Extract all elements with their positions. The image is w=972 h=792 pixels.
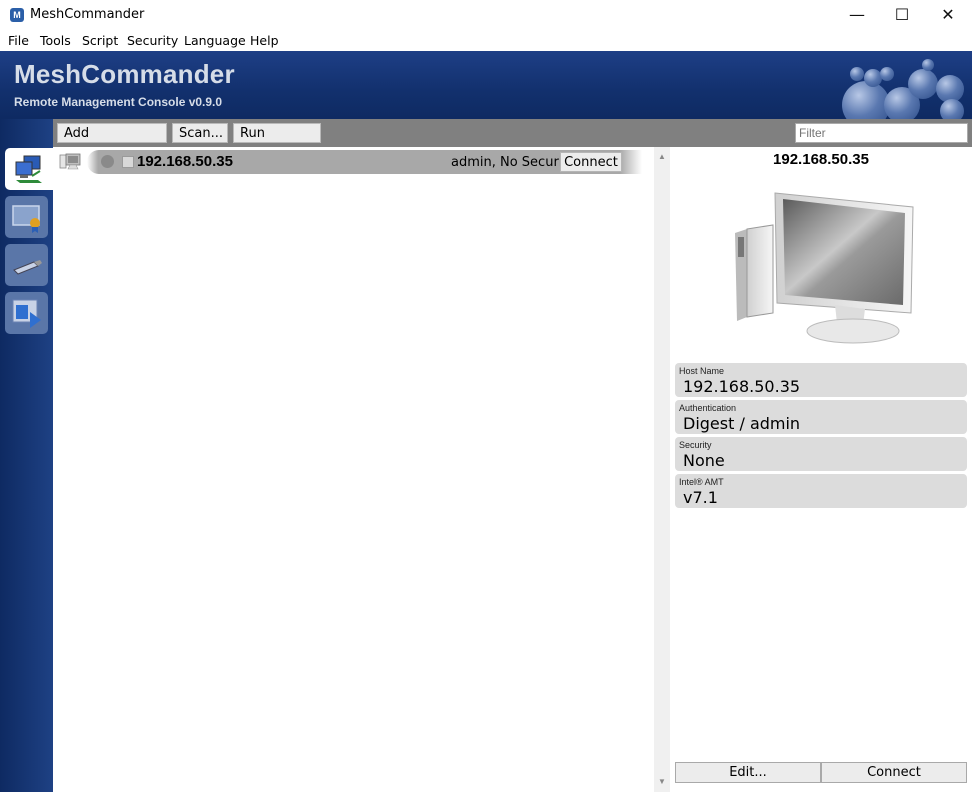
close-button[interactable]: ✕ bbox=[925, 0, 971, 30]
run-script-button[interactable]: Run Script... bbox=[233, 123, 321, 161]
minimize-button[interactable]: — bbox=[834, 0, 880, 30]
field-label: Authentication bbox=[679, 403, 737, 413]
monitor-icon bbox=[735, 192, 914, 344]
field-authentication: Authentication Digest / admin bbox=[675, 400, 967, 434]
window-title: MeshCommander bbox=[30, 7, 145, 22]
menu-help[interactable]: Help bbox=[250, 33, 279, 48]
field-label: Security bbox=[679, 440, 712, 450]
computer-icon bbox=[59, 153, 81, 170]
nav-tab-usb[interactable] bbox=[5, 244, 48, 286]
row-auth-summary: admin, No Security bbox=[451, 155, 576, 170]
storage-server-icon bbox=[12, 299, 41, 328]
computers-icon bbox=[15, 155, 42, 183]
field-value: 192.168.50.35 bbox=[683, 377, 801, 396]
row-checkbox[interactable] bbox=[122, 156, 134, 168]
scroll-down-icon[interactable]: ▼ bbox=[654, 774, 670, 790]
scan-button[interactable]: Scan... bbox=[172, 123, 228, 143]
field-intel-amt: Intel® AMT v7.1 bbox=[675, 474, 967, 508]
app-subtitle: Remote Management Console v0.9.0 bbox=[14, 95, 223, 109]
menu-language[interactable]: Language bbox=[184, 33, 246, 48]
menu-file[interactable]: File bbox=[8, 33, 29, 48]
field-value: Digest / admin bbox=[683, 414, 801, 433]
app-icon: M bbox=[10, 8, 24, 22]
toolbar: Add Computer... Scan... Run Script... bbox=[53, 119, 972, 161]
nav-tab-computers[interactable] bbox=[5, 148, 53, 190]
connect-button[interactable]: Connect bbox=[821, 762, 967, 783]
field-label: Host Name bbox=[679, 366, 725, 376]
list-scrollbar[interactable]: ▲ ▼ bbox=[654, 147, 670, 792]
left-nav bbox=[0, 119, 53, 792]
scroll-up-icon[interactable]: ▲ bbox=[654, 149, 670, 165]
menu-bar: File Tools Script Security Language Help bbox=[0, 30, 972, 51]
row-host-name: 192.168.50.35 bbox=[137, 153, 233, 170]
app-title: MeshCommander bbox=[14, 59, 235, 89]
filter-input[interactable] bbox=[795, 123, 968, 143]
field-host-name: Host Name 192.168.50.35 bbox=[675, 363, 967, 397]
header-banner: MeshCommander Remote Management Console … bbox=[0, 51, 972, 119]
certificate-icon bbox=[12, 205, 40, 233]
field-label: Intel® AMT bbox=[679, 477, 724, 487]
usb-key-icon bbox=[13, 260, 42, 275]
field-value: None bbox=[683, 451, 725, 470]
menu-tools[interactable]: Tools bbox=[40, 33, 71, 48]
nav-tab-certificates[interactable] bbox=[5, 196, 48, 238]
menu-security[interactable]: Security bbox=[127, 33, 178, 48]
details-title: 192.168.50.35 bbox=[773, 151, 869, 168]
menu-script[interactable]: Script bbox=[82, 33, 118, 48]
add-computer-button[interactable]: Add Computer... bbox=[57, 123, 167, 161]
field-security: Security None bbox=[675, 437, 967, 471]
title-bar: M MeshCommander — ☐ ✕ bbox=[0, 0, 972, 30]
row-connect-button[interactable]: Connect bbox=[560, 152, 622, 172]
edit-button[interactable]: Edit... bbox=[675, 762, 821, 783]
nav-tab-storage[interactable] bbox=[5, 292, 48, 334]
power-status-icon bbox=[101, 155, 114, 168]
bubbles-logo-icon bbox=[800, 51, 972, 119]
field-value: v7.1 bbox=[683, 488, 718, 507]
maximize-button[interactable]: ☐ bbox=[879, 0, 925, 30]
computer-list bbox=[53, 147, 654, 792]
